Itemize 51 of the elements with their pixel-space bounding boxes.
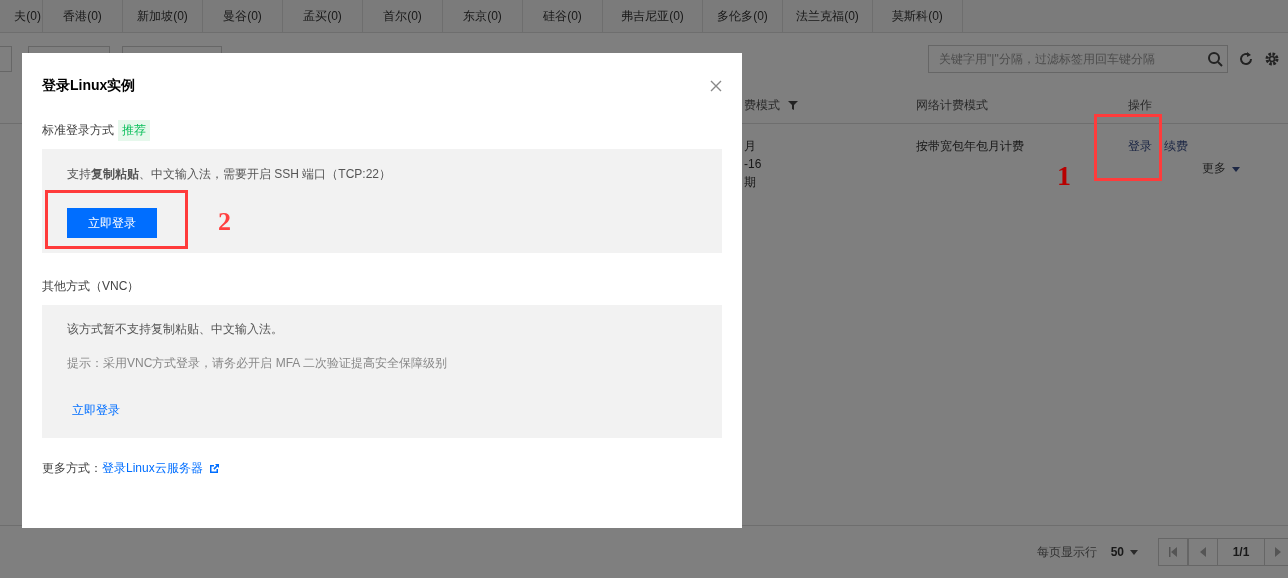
settings-icon <box>1264 51 1280 67</box>
region-tab[interactable]: 香港(0) <box>43 0 123 32</box>
region-tab[interactable]: 新加坡(0) <box>123 0 203 32</box>
annotation-box <box>1094 114 1162 181</box>
column-header: 操作 <box>1128 96 1152 114</box>
caret-icon <box>1130 550 1138 555</box>
description-text: 支持复制粘贴、中文输入法，需要开启 SSH 端口（TCP:22） <box>67 166 393 183</box>
region-tab[interactable]: 孟买(0) <box>283 0 363 32</box>
region-tab[interactable]: 多伦多(0) <box>703 0 783 32</box>
cloud-server-link[interactable]: 登录Linux云服务器 <box>102 460 203 477</box>
external-link-icon <box>208 463 220 474</box>
login-button[interactable]: 立即登录 <box>67 208 157 238</box>
close-icon <box>710 80 722 92</box>
table-cell: 月 <box>744 138 756 154</box>
hint-text: 提示：采用VNC方式登录，请务必开启 MFA 二次验证提高安全保障级别 <box>67 355 448 372</box>
dialog-title: 登录Linux实例 <box>42 77 136 95</box>
table-cell: 期 <box>744 174 756 190</box>
page-size-dropdown[interactable]: 50 <box>1110 545 1138 559</box>
table-cell: -16 <box>744 156 762 172</box>
login-link[interactable]: 登录 <box>1128 138 1152 155</box>
region-tab[interactable]: 莫斯科(0) <box>873 0 963 32</box>
vnc-login-link[interactable]: 立即登录 <box>72 402 120 419</box>
filter-icon <box>788 100 798 110</box>
column-header: 网络计费模式 <box>916 96 988 114</box>
page-indicator: 1/1 <box>1218 538 1264 566</box>
caret-icon <box>1232 166 1240 172</box>
section-label: 其他方式（VNC） <box>42 277 140 295</box>
region-tab[interactable]: 曼谷(0) <box>203 0 283 32</box>
toolbar-button[interactable] <box>0 46 12 72</box>
region-tab[interactable]: 法兰克福(0) <box>783 0 873 32</box>
first-page-icon <box>1158 538 1188 566</box>
column-header[interactable]: 费模式 <box>744 96 798 114</box>
more-label: 更多方式： <box>42 460 102 477</box>
recommended-tag: 推荐 <box>118 119 150 141</box>
renew-link[interactable]: 续费 <box>1164 138 1188 155</box>
rows-per-page-label: 每页显示行 <box>1036 543 1097 561</box>
region-tab[interactable]: 东京(0) <box>443 0 523 32</box>
next-page-icon <box>1264 538 1288 566</box>
search-icon <box>1207 51 1223 67</box>
previous-page-icon <box>1188 538 1218 566</box>
region-tab[interactable]: 弗吉尼亚(0) <box>603 0 703 32</box>
section-label: 标准登录方式 <box>42 121 114 139</box>
annotation-number: 2 <box>218 209 231 235</box>
more-dropdown[interactable]: 更多 <box>1202 160 1240 177</box>
description-text: 该方式暂不支持复制粘贴、中文输入法。 <box>67 321 284 338</box>
table-cell: 按带宽包年包月计费 <box>916 139 1024 153</box>
region-tab[interactable]: 硅谷(0) <box>523 0 603 32</box>
refresh-icon <box>1238 51 1254 67</box>
region-tab[interactable]: 夫(0) <box>0 0 43 32</box>
annotation-number: 1 <box>1057 162 1071 190</box>
region-tab[interactable]: 首尔(0) <box>363 0 443 32</box>
